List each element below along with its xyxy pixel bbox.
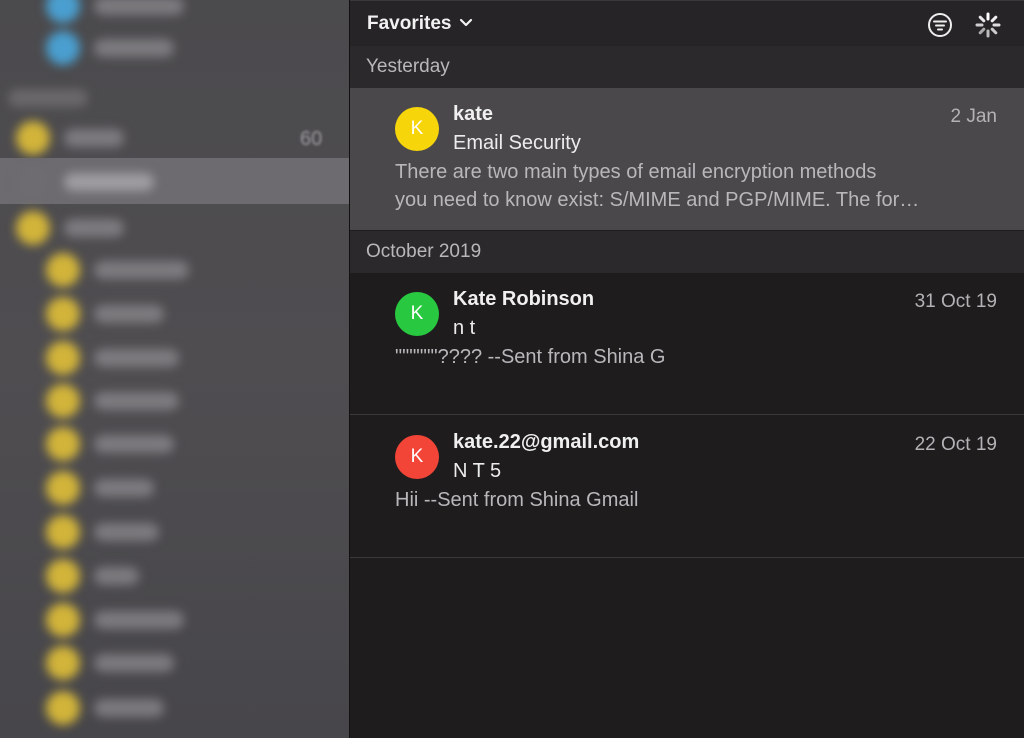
- avatar: K: [395, 435, 439, 479]
- message-subject: N T 5: [453, 460, 502, 482]
- message-sender: Kate Robinson: [453, 288, 595, 310]
- message-preview-line: you need to know exist: S/MIME and PGP/M…: [395, 189, 920, 211]
- sidebar-blurred-folders: [0, 0, 350, 738]
- mail-app-window: 60 Favorites Yesterday K kate 2 Jan Emai…: [0, 0, 1024, 738]
- section-header-october-2019: October 2019: [350, 231, 1024, 273]
- sidebar-item-blurred-label: [94, 654, 174, 672]
- folder-icon: [46, 559, 80, 593]
- list-toolbar: Favorites: [350, 0, 1024, 46]
- message-date: 22 Oct 19: [914, 434, 997, 455]
- message-subject: Email Security: [453, 132, 581, 154]
- sidebar-item-blurred-label: [94, 479, 154, 497]
- message-sender: kate: [453, 103, 494, 125]
- message-date: 31 Oct 19: [914, 291, 997, 312]
- sidebar-item-blurred-label: [64, 173, 154, 191]
- message-row[interactable]: K kate.22@gmail.com 22 Oct 19 N T 5 Hii …: [350, 416, 1024, 558]
- mailbox-selector-button[interactable]: Favorites: [367, 13, 473, 35]
- sidebar-unread-count: 60: [300, 128, 323, 150]
- avatar: K: [395, 292, 439, 336]
- message-preview: Hii --Sent from Shina Gmail: [395, 486, 993, 514]
- folder-icon: [46, 646, 80, 680]
- message-preview-line: There are two main types of email encryp…: [395, 161, 877, 183]
- message-sender: kate.22@gmail.com: [453, 431, 640, 453]
- avatar: K: [395, 107, 439, 151]
- sidebar-item-blurred-label: [94, 523, 159, 541]
- message-subject: n t: [453, 317, 476, 339]
- sidebar: 60: [0, 0, 350, 738]
- message-row[interactable]: K kate 2 Jan Email Security There are tw…: [350, 88, 1024, 230]
- section-header-yesterday: Yesterday: [350, 46, 1024, 88]
- folder-icon: [46, 427, 80, 461]
- folder-icon: [16, 211, 50, 245]
- message-preview-line: Hii --Sent from Shina Gmail: [395, 489, 639, 511]
- message-preview: """"""???? --Sent from Shina G: [395, 343, 993, 371]
- chevron-down-icon: [459, 15, 473, 33]
- folder-icon: [46, 515, 80, 549]
- folder-icon: [46, 253, 80, 287]
- sidebar-item-blurred-label: [64, 219, 124, 237]
- message-row[interactable]: K Kate Robinson 31 Oct 19 n t """"""????…: [350, 273, 1024, 415]
- folder-icon: [46, 384, 80, 418]
- sidebar-item-blurred-label: [94, 567, 139, 585]
- sidebar-item-blurred-label: [94, 699, 164, 717]
- loading-spinner-icon: [974, 11, 1002, 39]
- filter-icon[interactable]: [926, 11, 954, 39]
- folder-icon: [46, 341, 80, 375]
- sidebar-item-blurred-label: [94, 392, 179, 410]
- message-preview: There are two main types of email encryp…: [395, 158, 993, 214]
- folder-icon: [46, 297, 80, 331]
- folder-icon: [16, 165, 50, 199]
- sidebar-item-blurred-label: [94, 435, 174, 453]
- sidebar-item-blurred-label: [94, 349, 179, 367]
- mailbox-title: Favorites: [367, 12, 452, 34]
- sidebar-item-blurred-label: [94, 305, 164, 323]
- message-list-pane: Favorites Yesterday K kate 2 Jan Email S…: [350, 0, 1024, 738]
- folder-icon: [46, 603, 80, 637]
- sidebar-item-blurred-label: [94, 261, 189, 279]
- message-date: 2 Jan: [950, 106, 997, 127]
- sidebar-item-blurred-label: [94, 611, 184, 629]
- folder-icon: [46, 691, 80, 725]
- folder-icon: [46, 471, 80, 505]
- message-preview-line: """"""???? --Sent from Shina G: [395, 346, 666, 368]
